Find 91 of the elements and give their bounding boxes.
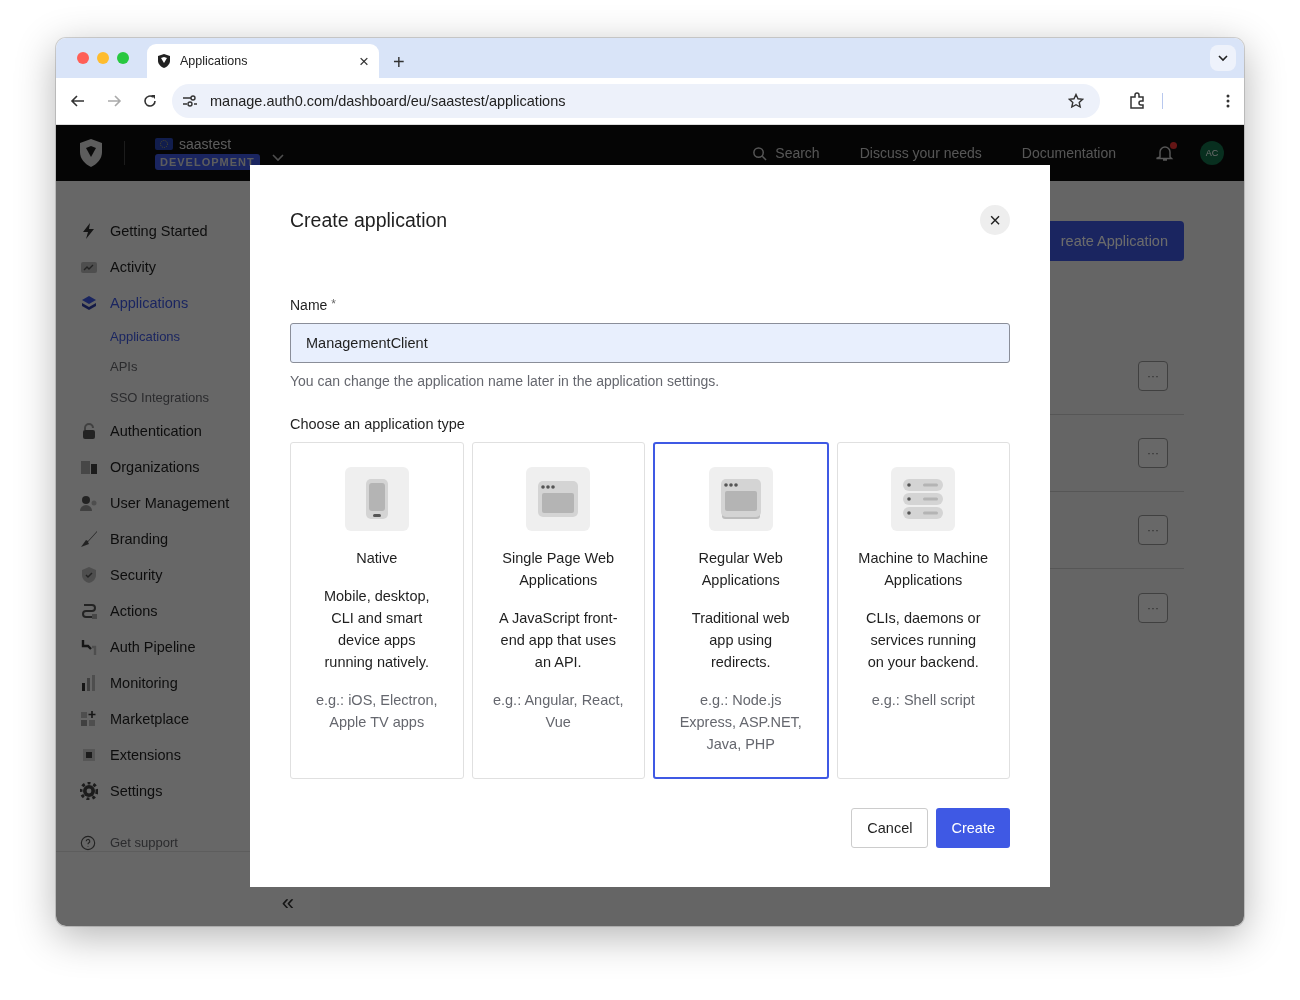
back-icon[interactable] — [70, 93, 86, 109]
tab-title: Applications — [180, 54, 249, 68]
type-description: Mobile, desktop, CLI and smart device apps running natively. — [322, 587, 431, 672]
reload-icon[interactable] — [142, 93, 158, 109]
header-link[interactable]: Discuss your needs — [859, 145, 982, 161]
collapse-sidebar-button[interactable]: « — [281, 892, 294, 914]
support-link[interactable]: Get support — [80, 834, 178, 851]
sidebar-item[interactable]: Monitoring — [80, 664, 178, 701]
bar-chart-icon — [80, 673, 98, 692]
sidebar-item[interactable]: Extensions — [80, 736, 181, 773]
sidebar-subitem[interactable]: APIs — [110, 351, 138, 382]
shield-logo-icon — [156, 53, 172, 69]
phone-icon — [344, 467, 409, 531]
new-tab-button[interactable]: + — [393, 52, 405, 72]
url-text: manage.auth0.com/dashboard/eu/saastest/applications — [210, 93, 566, 109]
application-type-card[interactable]: Regular Web Applications Traditional web app using redirects. e.g.: Node.js Express, ASP.NET, Java, PHP — [653, 442, 829, 779]
bookmark-star-icon[interactable] — [1068, 93, 1084, 109]
settings-icon — [80, 781, 98, 800]
sidebar-item[interactable]: Actions — [80, 592, 158, 629]
bell-icon — [1156, 144, 1174, 162]
layers-icon — [80, 294, 98, 312]
sidebar-subitem[interactable]: SSO Integrations — [110, 382, 209, 413]
type-description: Traditional web app using redirects. — [690, 609, 791, 672]
type-examples: e.g.: Angular, React, Vue — [491, 691, 625, 732]
chevron-down-icon[interactable] — [271, 154, 284, 162]
more-options-button[interactable]: ··· — [1138, 592, 1168, 623]
site-settings-icon[interactable] — [182, 93, 198, 109]
menu-icon[interactable] — [1226, 93, 1230, 109]
name-input-field[interactable]: ManagementClient — [290, 323, 1010, 363]
type-title: Regular Web Applications — [697, 549, 784, 590]
dialog-title: Create application — [290, 208, 448, 232]
shield-logo-icon[interactable] — [78, 138, 104, 168]
flag-icon — [155, 138, 173, 150]
server-rack-icon — [891, 467, 956, 531]
browser-window-icon — [708, 467, 773, 531]
more-options-button[interactable]: ··· — [1138, 361, 1168, 391]
sidebar-item[interactable]: Organizations — [80, 448, 200, 485]
flow-icon — [80, 601, 98, 620]
user-icon — [80, 493, 98, 512]
field-label: Name — [290, 297, 328, 313]
type-description: A JavaScript front-end app that uses an API. — [498, 609, 619, 672]
notifications-button[interactable] — [1156, 144, 1174, 162]
shield-icon — [80, 565, 98, 584]
section-label: Choose an application type — [290, 416, 466, 432]
sidebar-item[interactable]: Applications — [80, 285, 189, 321]
more-options-button[interactable]: ··· — [1138, 515, 1168, 545]
search-icon — [752, 145, 768, 161]
type-description: CLIs, daemons or services running on your backend. — [865, 609, 982, 672]
cancel-button[interactable]: Cancel — [851, 808, 929, 848]
help-icon — [80, 834, 96, 851]
helper-text: You can change the application name later in the application settings. — [290, 373, 721, 389]
browser-tab[interactable]: Applications × — [147, 44, 379, 78]
close-button[interactable]: × — [980, 205, 1010, 235]
type-examples: e.g.: Node.js Express, ASP.NET, Java, PHP — [678, 691, 803, 754]
sidebar-item[interactable]: Auth Pipeline — [80, 628, 196, 665]
application-type-card[interactable]: Machine to Machine Applications CLIs, daemons or services running on your backend. e.g.: Shell script — [836, 442, 1010, 779]
sidebar-item[interactable]: Authentication — [80, 412, 202, 449]
padlock-icon — [80, 421, 98, 440]
application-type-card[interactable]: Native Mobile, desktop, CLI and smart device apps running natively. e.g.: iOS, Electron, Apple TV apps — [290, 442, 464, 779]
sidebar-item[interactable]: Marketplace — [80, 700, 189, 737]
chevron-down-icon — [1218, 53, 1228, 63]
required-mark: * — [331, 297, 337, 313]
grid-plus-icon — [80, 709, 98, 728]
application-type-card[interactable]: Single Page Web Applications A JavaScript front-end app that uses an API. e.g.: Angular, React, Vue — [471, 442, 645, 779]
search-button[interactable]: Search — [752, 145, 820, 161]
header-link[interactable]: Documentation — [1021, 145, 1116, 161]
sidebar-item[interactable]: Branding — [80, 520, 169, 557]
type-examples: e.g.: Shell script — [871, 691, 975, 710]
tab-search-button[interactable] — [1210, 45, 1236, 71]
user-avatar[interactable]: AC — [1200, 141, 1224, 165]
sidebar-item[interactable]: User Management — [80, 484, 230, 521]
type-title: Single Page Web Applications — [501, 549, 616, 590]
create-button[interactable]: Create — [936, 808, 1010, 848]
forward-icon[interactable] — [106, 93, 122, 109]
sidebar-item[interactable]: Activity — [80, 249, 156, 285]
sidebar-subitem[interactable]: Applications — [110, 321, 181, 352]
pipeline-icon — [80, 637, 98, 656]
sidebar-item[interactable]: Settings — [80, 772, 163, 809]
tab-close-button[interactable]: × — [359, 52, 369, 70]
address-bar[interactable]: manage.auth0.com/dashboard/eu/saastest/applications — [172, 84, 1100, 118]
close-window-button[interactable] — [77, 52, 89, 64]
tenant-name[interactable]: saastest — [179, 136, 232, 152]
more-options-button[interactable]: ··· — [1138, 438, 1168, 468]
browser-window-icon — [526, 467, 591, 531]
environment-tag: DEVELOPMENT — [155, 154, 260, 170]
sidebar-item[interactable]: Getting Started — [80, 213, 208, 249]
type-title: Native — [356, 549, 398, 568]
puzzle-piece-icon[interactable] — [1128, 92, 1146, 110]
type-title: Machine to Machine Applications — [858, 549, 989, 590]
type-examples: e.g.: iOS, Electron, Apple TV apps — [314, 691, 439, 732]
sidebar-item[interactable]: Security — [80, 556, 163, 593]
